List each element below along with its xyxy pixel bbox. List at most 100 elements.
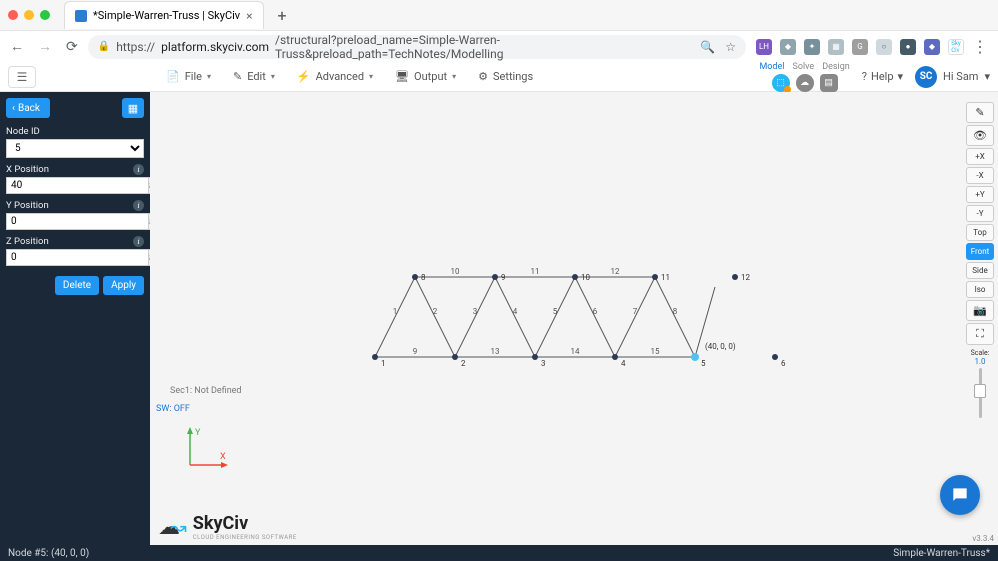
forward-nav-icon[interactable]: → — [38, 38, 52, 55]
mode-solve-icon[interactable]: ☁ — [796, 74, 814, 92]
y-position-input[interactable] — [6, 213, 149, 230]
close-tab-icon[interactable]: × — [246, 9, 252, 23]
view-minus-x-button[interactable]: -X — [966, 167, 994, 184]
tab-title: *Simple-Warren-Truss | SkyCiv — [93, 9, 240, 22]
mode-design-icon[interactable]: ▤ — [820, 74, 838, 92]
visibility-tool-icon[interactable]: 👁 — [966, 125, 994, 146]
window-controls[interactable] — [8, 10, 50, 20]
logo: ☁↝ SkyCiv CLOUD ENGINEERING SOFTWARE — [158, 513, 297, 541]
new-tab-button[interactable]: + — [270, 6, 295, 25]
member-label: 5 — [553, 307, 558, 316]
settings-menu[interactable]: ⚙Settings — [478, 70, 533, 83]
file-menu[interactable]: 📄File▾ — [166, 70, 211, 83]
help-menu[interactable]: ?Help▾ — [862, 70, 903, 83]
ext-icon[interactable]: LH — [756, 39, 772, 55]
hamburger-menu-button[interactable]: ☰ — [8, 66, 36, 88]
z-position-input[interactable] — [6, 249, 149, 266]
member[interactable] — [375, 277, 415, 357]
mode-model-label[interactable]: Model — [759, 62, 784, 72]
info-icon[interactable]: i — [133, 236, 144, 247]
mode-model-icon[interactable]: ⬚ — [772, 74, 790, 92]
back-nav-icon[interactable]: ← — [10, 38, 24, 55]
truss-diagram[interactable]: 12345678910111213141512345689101112(40, … — [150, 92, 998, 545]
node[interactable] — [372, 354, 378, 360]
node[interactable] — [732, 274, 738, 280]
view-plus-y-button[interactable]: +Y — [966, 186, 994, 203]
member[interactable] — [615, 277, 655, 357]
node[interactable] — [532, 354, 538, 360]
node[interactable] — [412, 274, 418, 280]
ext-icon[interactable]: ○ — [876, 39, 892, 55]
pencil-tool-icon[interactable]: ✎ — [966, 102, 994, 123]
node[interactable] — [492, 274, 498, 280]
ext-icon[interactable]: G — [852, 39, 868, 55]
view-side-button[interactable]: Side — [966, 262, 994, 279]
node[interactable] — [772, 354, 778, 360]
extension-icons: LH ◆ ✦ ▦ G ○ ● ◆ SkyCiv ⋮ — [756, 37, 988, 56]
view-plus-x-button[interactable]: +X — [966, 148, 994, 165]
mode-switcher: Model Solve Design ⬚ ☁ ▤ — [759, 62, 849, 92]
apply-button[interactable]: Apply — [103, 276, 144, 295]
member-label: 14 — [571, 347, 580, 356]
member-label: 8 — [673, 307, 678, 316]
member[interactable] — [415, 277, 455, 357]
expand-tool-icon[interactable]: ⛶ — [966, 323, 994, 345]
advanced-menu[interactable]: ⚡Advanced▾ — [297, 70, 373, 83]
edit-menu[interactable]: ✎Edit▾ — [233, 70, 275, 83]
maximize-window-icon[interactable] — [40, 10, 50, 20]
file-icon: 📄 — [166, 70, 180, 83]
member[interactable] — [455, 277, 495, 357]
node-label: 2 — [461, 359, 466, 368]
user-menu[interactable]: SC Hi Sam ▾ — [915, 66, 990, 88]
back-button[interactable]: ‹Back — [6, 98, 50, 118]
view-iso-button[interactable]: Iso — [966, 281, 994, 298]
browser-menu-icon[interactable]: ⋮ — [972, 37, 988, 56]
skyciv-ext-icon[interactable]: SkyCiv — [948, 39, 964, 55]
ext-icon[interactable]: ◆ — [924, 39, 940, 55]
star-icon[interactable]: ☆ — [725, 40, 736, 54]
node-id-label: Node ID — [6, 126, 40, 137]
address-bar[interactable]: 🔒 https://platform.skyciv.com/structural… — [88, 35, 746, 59]
close-window-icon[interactable] — [8, 10, 18, 20]
z-position-label: Z Position — [6, 236, 49, 247]
node[interactable] — [572, 274, 578, 280]
output-menu[interactable]: 🖥Output▾ — [395, 70, 456, 83]
node[interactable] — [691, 353, 699, 361]
url-prefix: https:// — [116, 40, 155, 54]
datasheet-button[interactable]: ▦ — [122, 98, 144, 118]
member-label: 7 — [633, 307, 638, 316]
ext-icon[interactable]: ✦ — [804, 39, 820, 55]
view-front-button[interactable]: Front — [966, 243, 994, 260]
info-icon[interactable]: i — [133, 164, 144, 175]
ext-icon[interactable]: ▦ — [828, 39, 844, 55]
view-minus-y-button[interactable]: -Y — [966, 205, 994, 222]
x-position-input[interactable] — [6, 177, 149, 194]
member[interactable] — [655, 277, 695, 357]
node-label: 8 — [421, 273, 426, 282]
search-in-page-icon[interactable]: 🔍 — [700, 40, 715, 54]
mode-solve-label[interactable]: Solve — [792, 62, 814, 72]
node[interactable] — [612, 354, 618, 360]
node-label: 1 — [381, 359, 386, 368]
model-canvas[interactable]: 12345678910111213141512345689101112(40, … — [150, 92, 998, 545]
mode-design-label[interactable]: Design — [822, 62, 850, 72]
ext-icon[interactable]: ● — [900, 39, 916, 55]
node-id-select[interactable]: 5 — [6, 139, 144, 158]
ext-icon[interactable]: ◆ — [780, 39, 796, 55]
info-icon[interactable]: i — [133, 200, 144, 211]
delete-button[interactable]: Delete — [55, 276, 99, 295]
browser-tab[interactable]: *Simple-Warren-Truss | SkyCiv × — [64, 1, 264, 29]
view-top-button[interactable]: Top — [966, 224, 994, 241]
reload-icon[interactable]: ⟳ — [66, 39, 78, 55]
node[interactable] — [652, 274, 658, 280]
node[interactable] — [452, 354, 458, 360]
camera-tool-icon[interactable]: 📷 — [966, 300, 994, 321]
chat-support-button[interactable] — [940, 475, 980, 515]
member[interactable] — [535, 277, 575, 357]
minimize-window-icon[interactable] — [24, 10, 34, 20]
member[interactable] — [575, 277, 615, 357]
scale-slider[interactable] — [966, 368, 994, 418]
node-label: 11 — [661, 273, 670, 282]
node-label: 3 — [541, 359, 546, 368]
member[interactable] — [495, 277, 535, 357]
